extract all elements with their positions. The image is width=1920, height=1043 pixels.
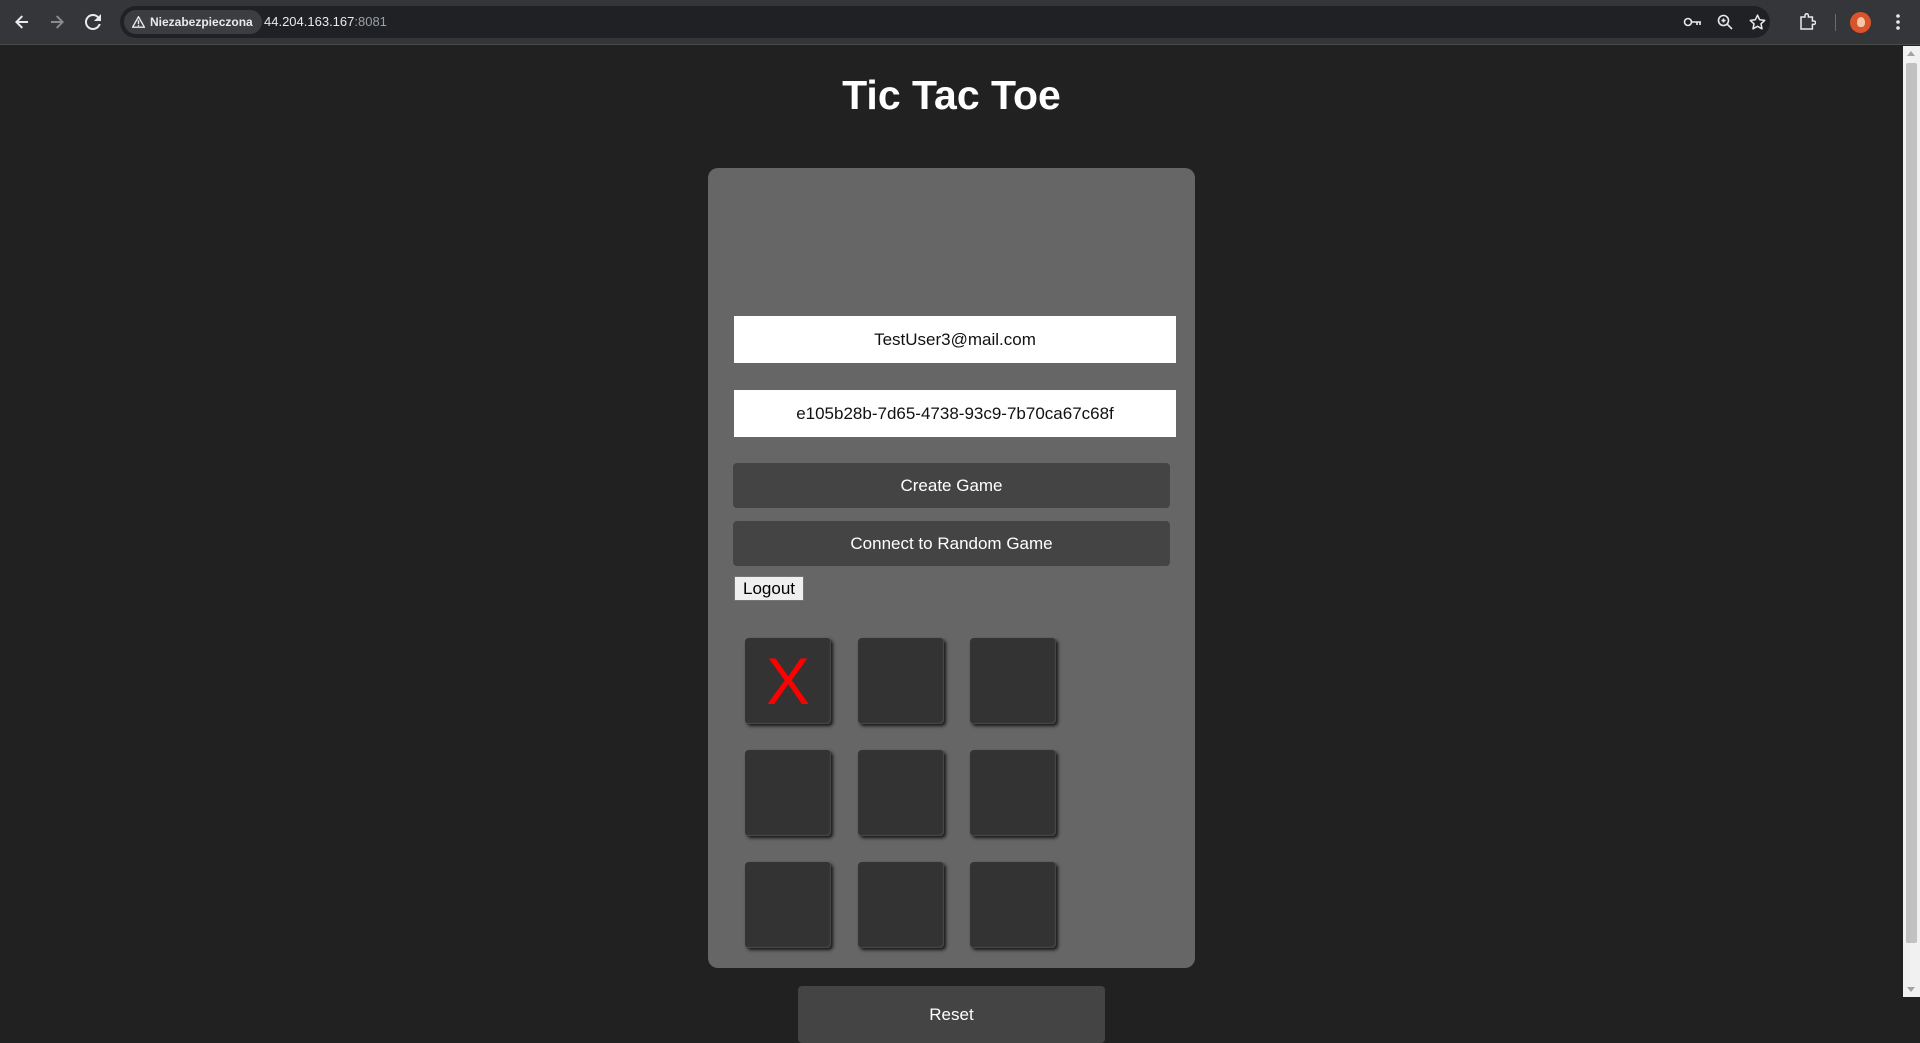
reload-icon: [85, 14, 101, 30]
scroll-thumb[interactable]: [1906, 63, 1917, 943]
game-id-field[interactable]: [734, 390, 1176, 437]
browser-toolbar: Niezabezpieczona 44.204.163.167:8081: [0, 0, 1920, 45]
profile-avatar[interactable]: [1850, 12, 1871, 33]
board-cell[interactable]: X: [745, 638, 831, 724]
url-host: 44.204.163.167: [264, 14, 355, 29]
create-game-button[interactable]: Create Game: [733, 463, 1170, 508]
scroll-down-arrow-icon[interactable]: [1907, 987, 1915, 992]
board-cell[interactable]: [858, 638, 944, 724]
email-field[interactable]: [734, 316, 1176, 363]
forward-arrow-icon: [51, 15, 64, 29]
bookmark-star-icon[interactable]: [1747, 12, 1767, 32]
board-cell[interactable]: [745, 750, 831, 836]
menu-kebab-icon[interactable]: [1886, 10, 1910, 34]
board-cell[interactable]: [858, 750, 944, 836]
logout-button[interactable]: Logout: [734, 576, 804, 601]
address-bar[interactable]: Niezabezpieczona 44.204.163.167:8081: [120, 6, 1770, 38]
board-cell[interactable]: [970, 638, 1056, 724]
board-cell[interactable]: [858, 862, 944, 948]
extensions-icon[interactable]: [1795, 10, 1819, 34]
page-title: Tic Tac Toe: [842, 72, 1061, 118]
connect-random-game-button[interactable]: Connect to Random Game: [733, 521, 1170, 566]
url-text[interactable]: 44.204.163.167:8081: [264, 14, 387, 29]
security-label: Niezabezpieczona: [150, 15, 253, 29]
site-security-chip[interactable]: Niezabezpieczona: [124, 10, 262, 34]
back-arrow-icon: [15, 15, 28, 29]
back-button[interactable]: [10, 10, 34, 34]
board-cell[interactable]: [970, 750, 1056, 836]
toolbar-divider: [1835, 14, 1836, 31]
board-cell[interactable]: [970, 862, 1056, 948]
url-port: :8081: [354, 14, 387, 29]
reset-button[interactable]: Reset: [798, 986, 1105, 1043]
game-panel: Create Game Connect to Random Game Logou…: [708, 168, 1195, 1043]
board-cell[interactable]: [745, 862, 831, 948]
page-content: Tic Tac Toe Create Game Connect to Rando…: [0, 46, 1903, 1043]
warning-icon: [132, 16, 145, 28]
scroll-up-arrow-icon[interactable]: [1907, 51, 1915, 56]
zoom-icon[interactable]: [1715, 12, 1735, 32]
password-key-icon[interactable]: [1683, 12, 1703, 32]
page-scrollbar[interactable]: [1903, 46, 1920, 997]
reload-button[interactable]: [81, 10, 105, 34]
forward-button[interactable]: [45, 10, 69, 34]
